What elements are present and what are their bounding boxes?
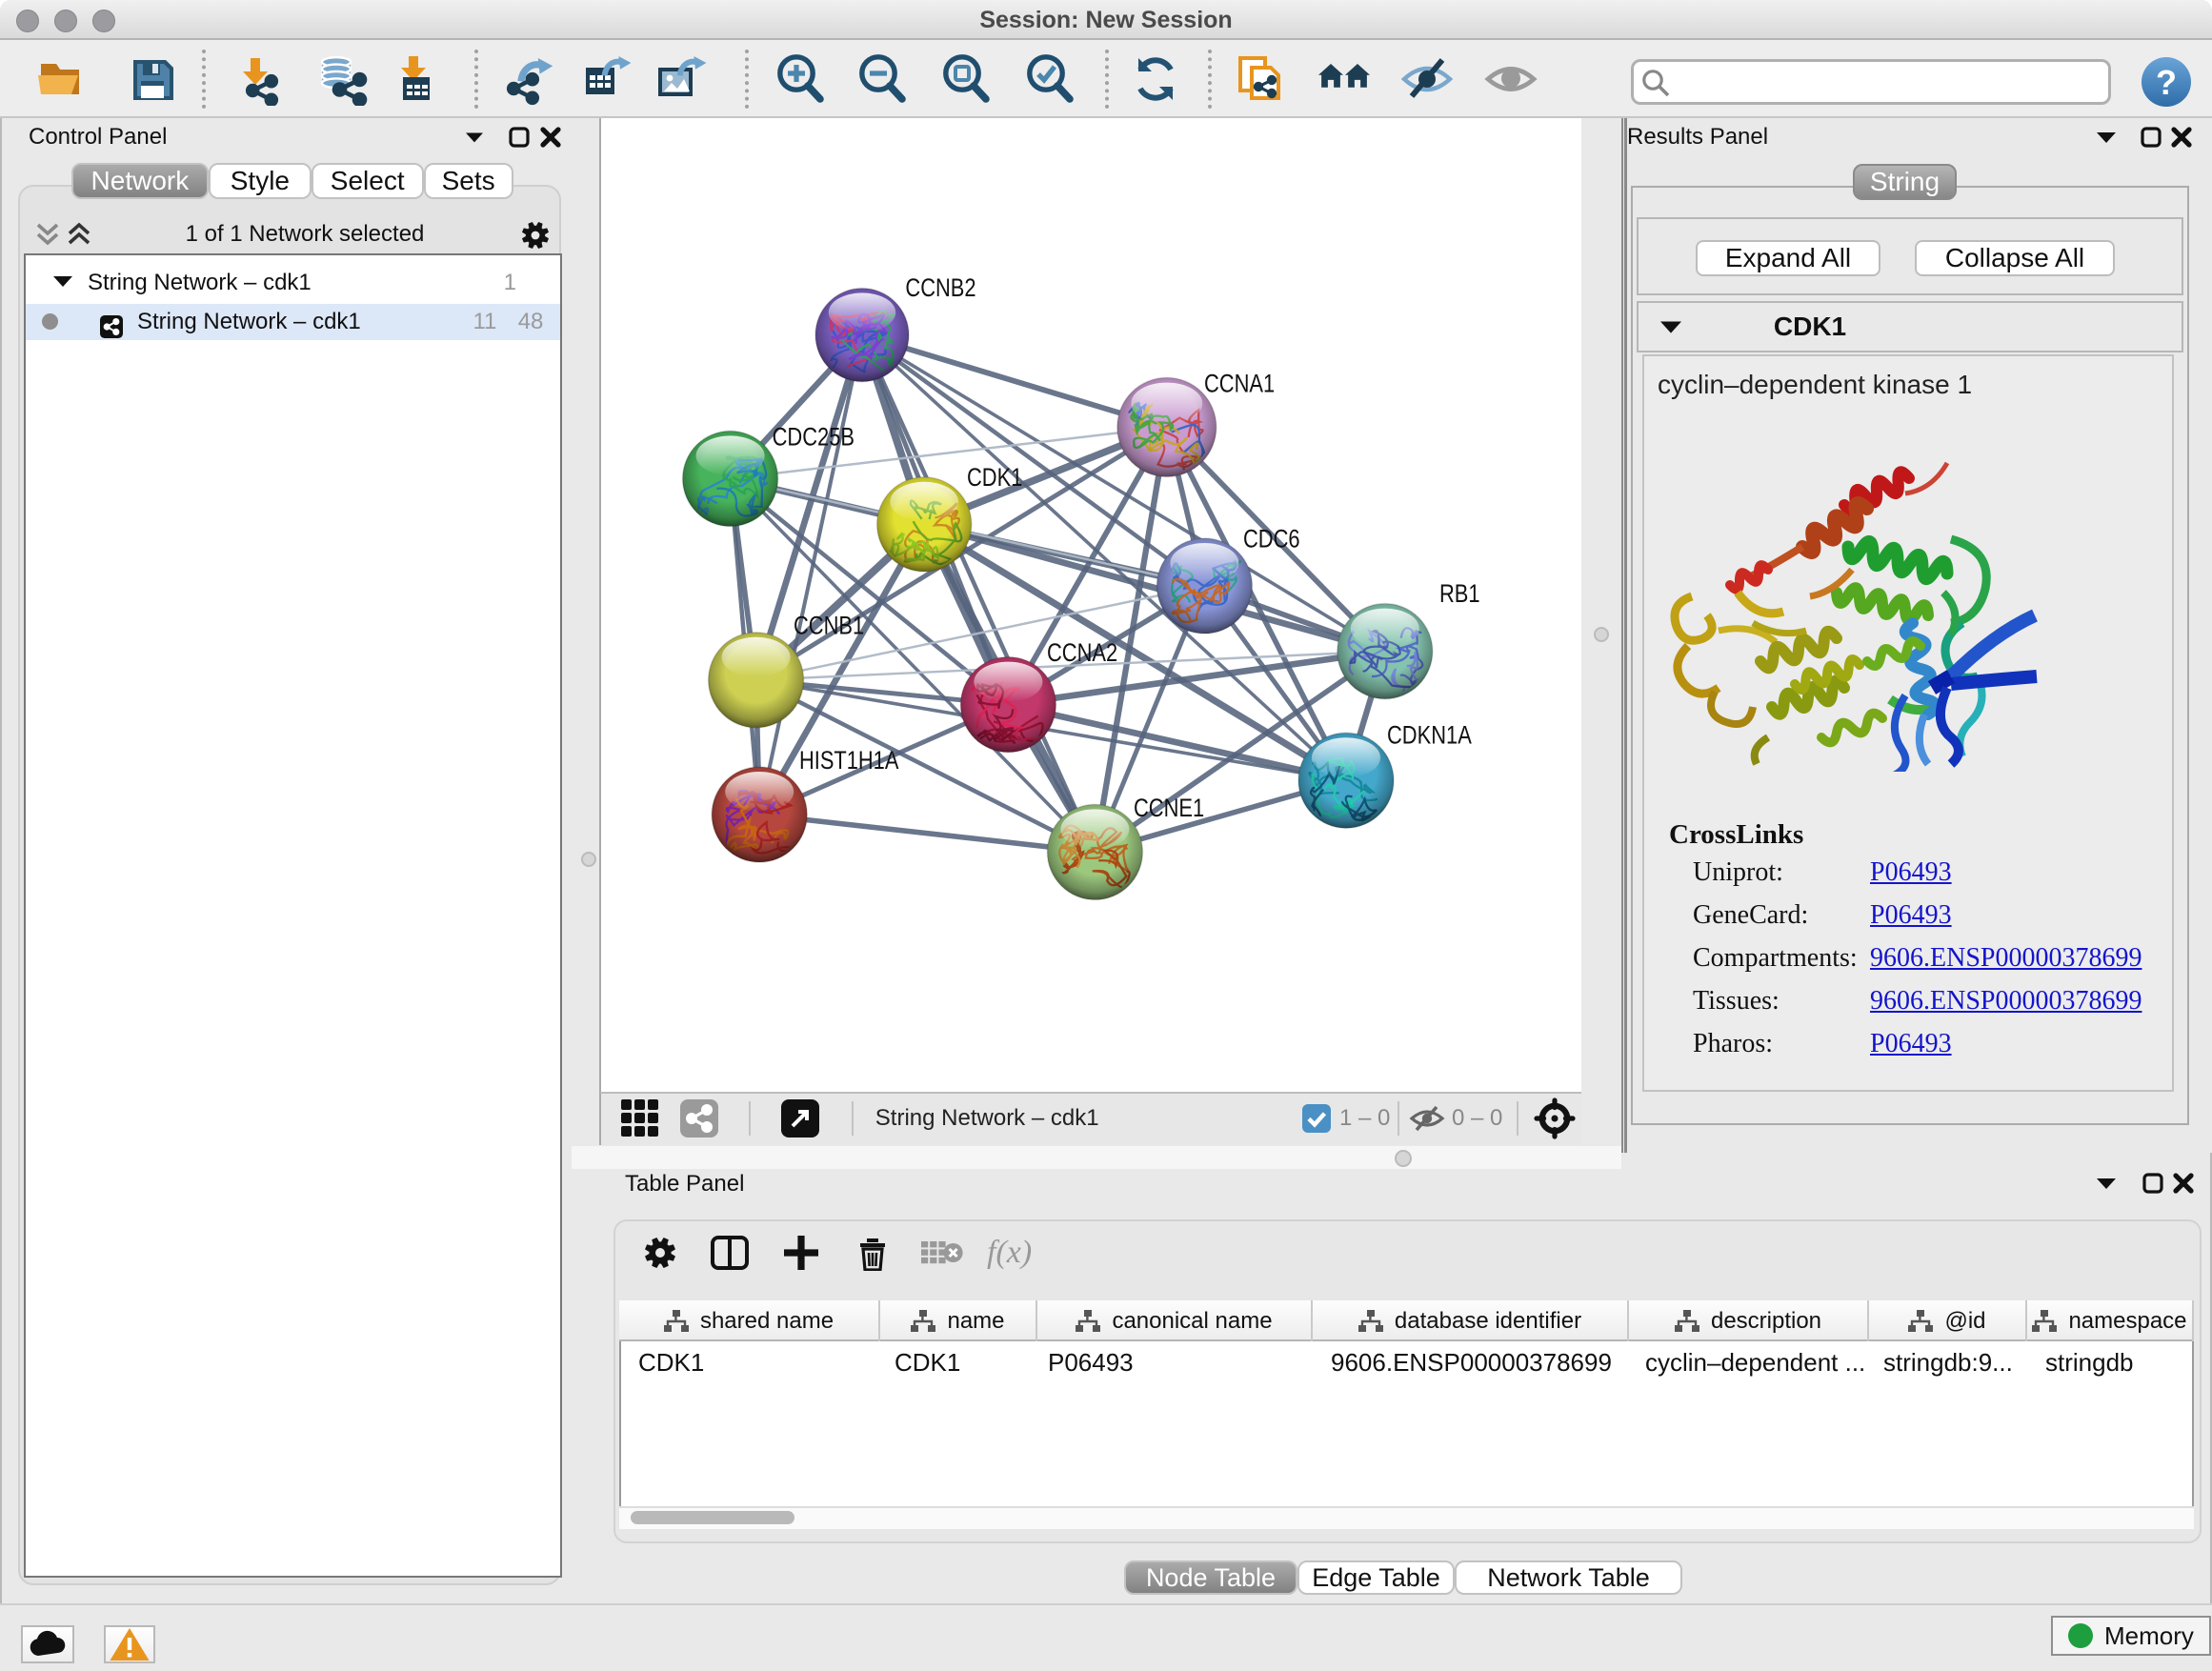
svg-text:CCNA2: CCNA2	[1047, 638, 1117, 667]
svg-text:CCNB2: CCNB2	[905, 273, 975, 302]
svg-text:CDC25B: CDC25B	[773, 423, 855, 452]
svg-text:RB1: RB1	[1439, 579, 1480, 608]
svg-text:HIST1H1A: HIST1H1A	[799, 746, 898, 775]
svg-text:CCNA1: CCNA1	[1204, 370, 1275, 398]
svg-text:CCNB1: CCNB1	[794, 612, 864, 640]
svg-text:CCNE1: CCNE1	[1134, 794, 1204, 822]
svg-text:CDKN1A: CDKN1A	[1387, 721, 1472, 750]
svg-text:CDK1: CDK1	[967, 463, 1022, 492]
svg-text:CDC6: CDC6	[1243, 524, 1300, 553]
